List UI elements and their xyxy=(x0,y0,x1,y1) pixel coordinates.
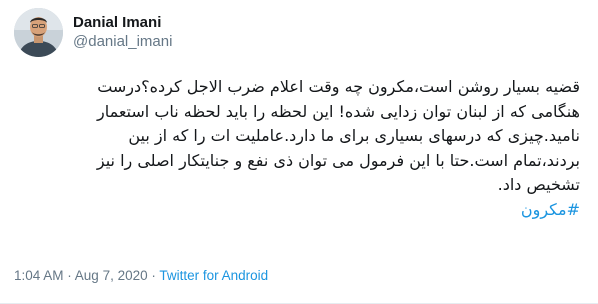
hashtag-link[interactable]: #مکرون xyxy=(521,200,580,219)
avatar-photo xyxy=(14,7,63,57)
author-display-name[interactable]: Danial Imani xyxy=(73,13,172,32)
meta-separator: · xyxy=(63,268,75,283)
avatar[interactable] xyxy=(14,7,63,57)
tweet-text-line: نامید.چیزی که درسهای بسیاری برای ما دارد… xyxy=(128,126,580,145)
tweet-text: قضیه بسیار روشن است،مکرون چه وقت اعلام ض… xyxy=(20,75,580,222)
tweet-text-line: هنگامی که از لبنان توان زدایی شده! این ل… xyxy=(96,101,580,121)
tweet-header: Danial Imani @danial_imani xyxy=(14,7,172,57)
author-handle[interactable]: @danial_imani xyxy=(73,32,172,51)
author-names: Danial Imani @danial_imani xyxy=(73,13,172,51)
tweet-text-line: بردند،تمام است.حتا با این فرمول می توان … xyxy=(96,150,580,170)
tweet-source-link[interactable]: Twitter for Android xyxy=(159,268,268,283)
tweet-text-line: قضیه بسیار روشن است،مکرون چه وقت اعلام ض… xyxy=(97,77,580,96)
tweet-time[interactable]: 1:04 AM xyxy=(14,268,64,283)
tweet-text-line: تشخیص داد. xyxy=(497,175,580,194)
meta-separator: · xyxy=(147,268,160,283)
tweet-meta: 1:04 AM · Aug 7, 2020 · Twitter for Andr… xyxy=(14,268,268,283)
hashtag-line: #مکرون xyxy=(20,198,580,223)
tweet-card: Danial Imani @danial_imani قضیه بسیار رو… xyxy=(0,0,598,304)
tweet-date[interactable]: Aug 7, 2020 xyxy=(75,268,148,283)
